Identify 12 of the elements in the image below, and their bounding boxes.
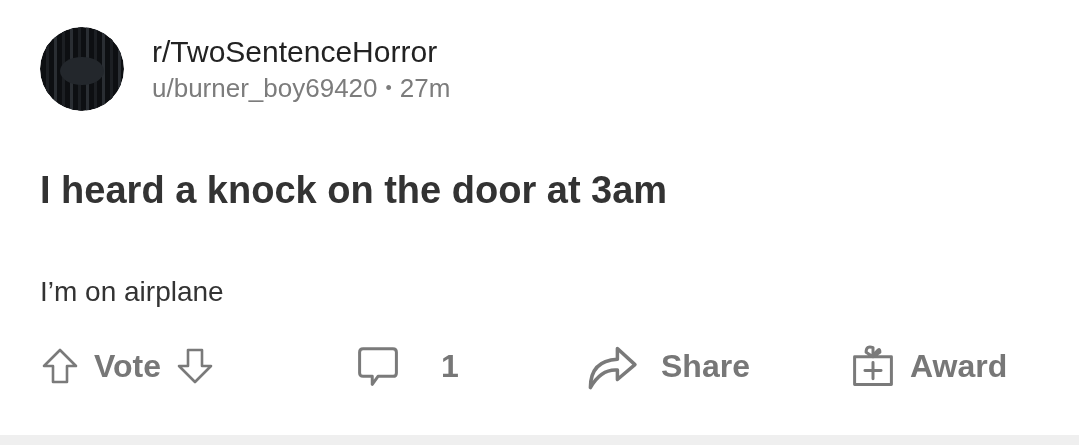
separator-dot: • <box>385 77 392 100</box>
post-body: I’m on airplane <box>40 275 225 309</box>
upvote-icon[interactable] <box>40 346 80 386</box>
subreddit-link[interactable]: r/TwoSentenceHorror <box>152 33 451 71</box>
comments-button[interactable]: 1 <box>355 342 585 390</box>
post-title: I heard a knock on the door at 3am <box>40 168 669 213</box>
award-button[interactable]: Award <box>850 342 1008 390</box>
post-age: 27m <box>399 72 451 105</box>
share-button[interactable]: Share <box>585 339 850 393</box>
vote-label: Vote <box>94 347 161 386</box>
author-link[interactable]: u/burner_boy69420 <box>152 71 378 105</box>
gift-icon[interactable] <box>850 343 896 389</box>
